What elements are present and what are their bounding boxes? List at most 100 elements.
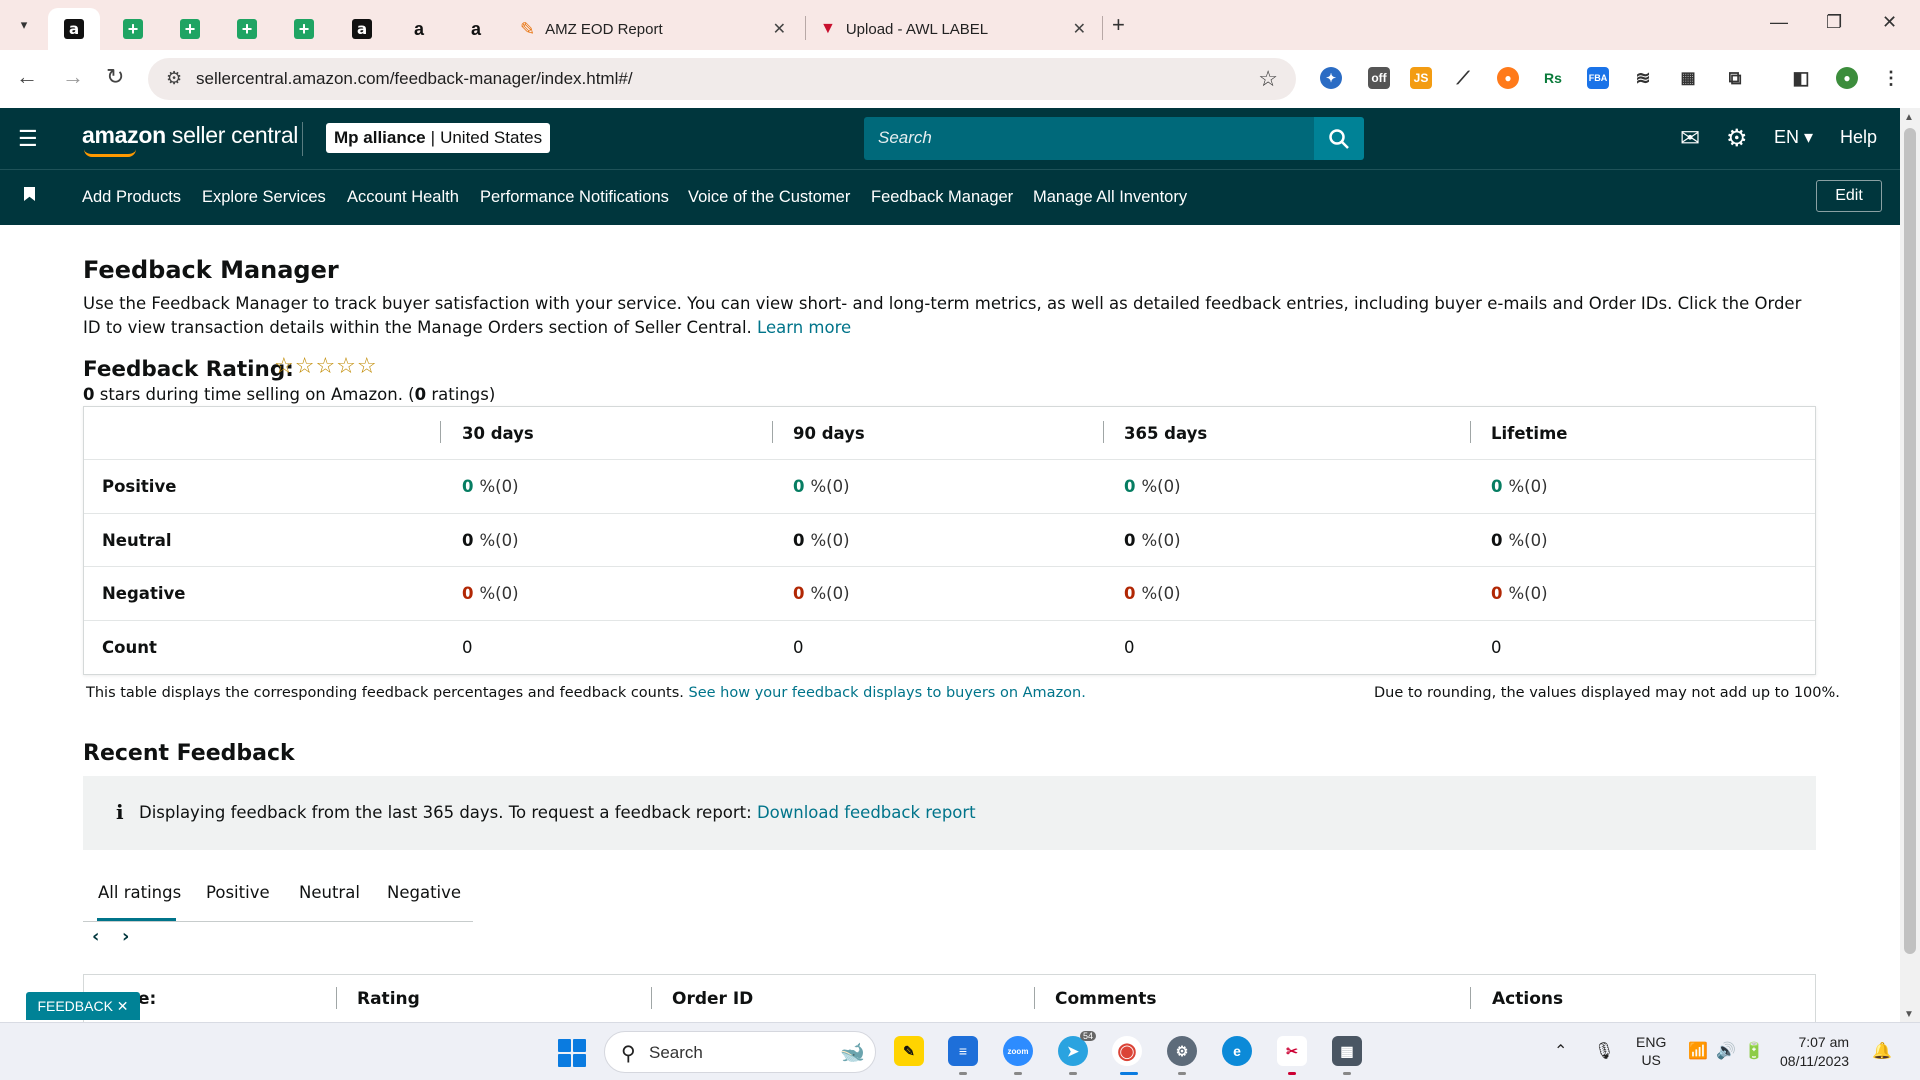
column-divider: [651, 987, 652, 1009]
extension-icon-4[interactable]: ⟋: [1452, 67, 1474, 89]
scroll-up-icon[interactable]: ▲: [1904, 112, 1914, 123]
account-switcher[interactable]: Mp alliance | United States: [326, 123, 551, 153]
url-text[interactable]: sellercentral.amazon.com/feedback-manage…: [196, 69, 633, 89]
column-header-order-id[interactable]: Order ID: [672, 989, 753, 1009]
menu-kebab-icon[interactable]: ⋮: [1880, 67, 1902, 89]
puzzle-icon[interactable]: ⧉: [1724, 67, 1746, 89]
profile-avatar[interactable]: ●: [1836, 67, 1858, 89]
side-panel-icon[interactable]: ◧: [1790, 67, 1812, 89]
pinned-tab-sheets-2[interactable]: +: [164, 8, 216, 50]
feedback-display-link[interactable]: See how your feedback displays to buyers…: [689, 685, 1086, 701]
pinned-tab-amazon-4[interactable]: a: [450, 8, 502, 50]
chevron-right-icon[interactable]: ›: [122, 926, 129, 947]
shield-icon: ▼: [820, 20, 836, 37]
search-button[interactable]: [1314, 117, 1364, 160]
page-scrollbar[interactable]: ▲ ▼: [1900, 108, 1920, 1022]
extension-icon-js[interactable]: JS: [1410, 67, 1432, 89]
close-icon[interactable]: ✕: [1073, 19, 1086, 39]
nav-performance-notifications[interactable]: Performance Notifications: [480, 188, 669, 207]
column-header-90-days: 90 days: [793, 423, 865, 443]
pinned-tab-amazon-3[interactable]: a: [393, 8, 445, 50]
nav-feedback-manager[interactable]: Feedback Manager: [871, 188, 1013, 207]
pinned-tab-sheets-4[interactable]: +: [278, 8, 330, 50]
extension-icon-5[interactable]: ●: [1497, 67, 1519, 89]
tab-upload-awl-label[interactable]: ▼ Upload - AWL LABEL ✕: [808, 8, 1098, 50]
volume-icon[interactable]: 🔊: [1716, 1041, 1736, 1061]
chevron-up-icon[interactable]: ⌃: [1554, 1041, 1567, 1061]
bookmark-icon[interactable]: [24, 187, 35, 201]
tab-title: Upload - AWL LABEL: [845, 20, 989, 38]
tab-amz-eod-report[interactable]: ✎ AMZ EOD Report ✕: [508, 8, 798, 50]
forward-button[interactable]: →: [62, 64, 84, 90]
language-selector[interactable]: EN ▾: [1774, 127, 1813, 148]
search-input[interactable]: Search: [864, 117, 1314, 160]
qr-code-icon[interactable]: ▦: [1677, 67, 1699, 89]
nav-add-products[interactable]: Add Products: [82, 188, 181, 207]
edit-nav-button[interactable]: Edit: [1816, 180, 1882, 212]
pinned-tab-sheets-1[interactable]: +: [107, 8, 159, 50]
column-header-comments[interactable]: Comments: [1055, 989, 1156, 1009]
new-tab-button[interactable]: +: [1112, 12, 1125, 38]
tab-negative[interactable]: Negative: [387, 883, 461, 902]
cell-neutral-30: 0 %(0): [462, 530, 519, 550]
chevron-left-icon[interactable]: ‹: [92, 926, 99, 947]
download-feedback-report-link[interactable]: Download feedback report: [757, 803, 976, 822]
extension-icon-8[interactable]: ≋: [1632, 67, 1654, 89]
snipping-tool-icon[interactable]: ✂: [1277, 1036, 1307, 1066]
seller-central-logo[interactable]: amazon seller central: [82, 122, 298, 157]
feedback-widget-button[interactable]: FEEDBACK ✕: [26, 992, 140, 1020]
rounding-note: Due to rounding, the values displayed ma…: [1374, 685, 1840, 701]
column-header-rating[interactable]: Rating: [357, 989, 420, 1009]
close-icon[interactable]: ✕: [773, 19, 786, 39]
scroll-thumb[interactable]: [1904, 128, 1916, 954]
pinned-tab-amazon-active[interactable]: a: [48, 8, 100, 50]
chrome-icon[interactable]: ◉: [1112, 1036, 1142, 1066]
microphone-icon[interactable]: 🎙: [1594, 1041, 1614, 1061]
battery-icon[interactable]: 🔋: [1744, 1041, 1764, 1061]
mail-icon[interactable]: ✉: [1680, 124, 1700, 153]
notepad-icon[interactable]: ≡: [948, 1036, 978, 1066]
close-window-icon[interactable]: ✕: [1882, 12, 1897, 33]
tab-positive[interactable]: Positive: [206, 883, 270, 902]
row-label: Negative: [102, 584, 186, 603]
tab-neutral[interactable]: Neutral: [299, 883, 360, 902]
pinned-tab-sheets-3[interactable]: +: [221, 8, 273, 50]
extension-icon-fba[interactable]: FBA: [1587, 67, 1609, 89]
scroll-down-icon[interactable]: ▼: [1904, 1009, 1914, 1020]
extension-icon-rs[interactable]: Rs: [1542, 67, 1564, 89]
edge-icon[interactable]: e: [1222, 1036, 1252, 1066]
site-info-icon[interactable]: ⚙: [166, 68, 182, 89]
reload-button[interactable]: ↻: [106, 64, 124, 90]
back-button[interactable]: ←: [16, 64, 38, 90]
restore-icon[interactable]: ❐: [1826, 12, 1842, 33]
zoom-icon[interactable]: zoom: [1003, 1036, 1033, 1066]
info-alert: i Displaying feedback from the last 365 …: [83, 776, 1816, 850]
bookmark-star-icon[interactable]: ☆: [1258, 66, 1278, 92]
nav-account-health[interactable]: Account Health: [347, 188, 459, 207]
tab-search-menu-button[interactable]: ▾: [10, 11, 38, 39]
calculator-icon[interactable]: ▦: [1332, 1036, 1362, 1066]
settings-icon[interactable]: ⚙: [1167, 1036, 1197, 1066]
windows-start-icon[interactable]: [558, 1039, 586, 1067]
hamburger-menu-icon[interactable]: ☰: [18, 126, 38, 152]
taskbar-search[interactable]: ⚲ Search 🐋: [604, 1031, 876, 1073]
nav-explore-services[interactable]: Explore Services: [202, 188, 326, 207]
extension-icon-1[interactable]: ✦: [1320, 67, 1342, 89]
gear-icon[interactable]: ⚙: [1726, 124, 1748, 153]
address-bar[interactable]: ⚙ sellercentral.amazon.com/feedback-mana…: [148, 58, 1296, 100]
extension-icon-off[interactable]: off: [1368, 67, 1390, 89]
learn-more-link[interactable]: Learn more: [757, 318, 851, 337]
wifi-icon[interactable]: 📶: [1688, 1041, 1708, 1061]
notifications-icon[interactable]: 🔔: [1872, 1041, 1892, 1061]
nav-voice-of-the-customer[interactable]: Voice of the Customer: [688, 188, 850, 207]
language-indicator[interactable]: ENG US: [1636, 1033, 1666, 1069]
help-link[interactable]: Help: [1840, 127, 1877, 148]
info-icon: i: [116, 800, 124, 824]
sticky-notes-icon[interactable]: ✎: [894, 1036, 924, 1066]
tab-all-ratings[interactable]: All ratings: [98, 883, 181, 902]
system-clock[interactable]: 7:07 am 08/11/2023: [1780, 1033, 1849, 1071]
minimize-icon[interactable]: —: [1770, 12, 1788, 33]
table-row-positive: Positive 0 %(0) 0 %(0) 0 %(0) 0 %(0): [84, 460, 1815, 514]
pinned-tab-amazon-2[interactable]: a: [336, 8, 388, 50]
nav-manage-all-inventory[interactable]: Manage All Inventory: [1033, 188, 1187, 207]
